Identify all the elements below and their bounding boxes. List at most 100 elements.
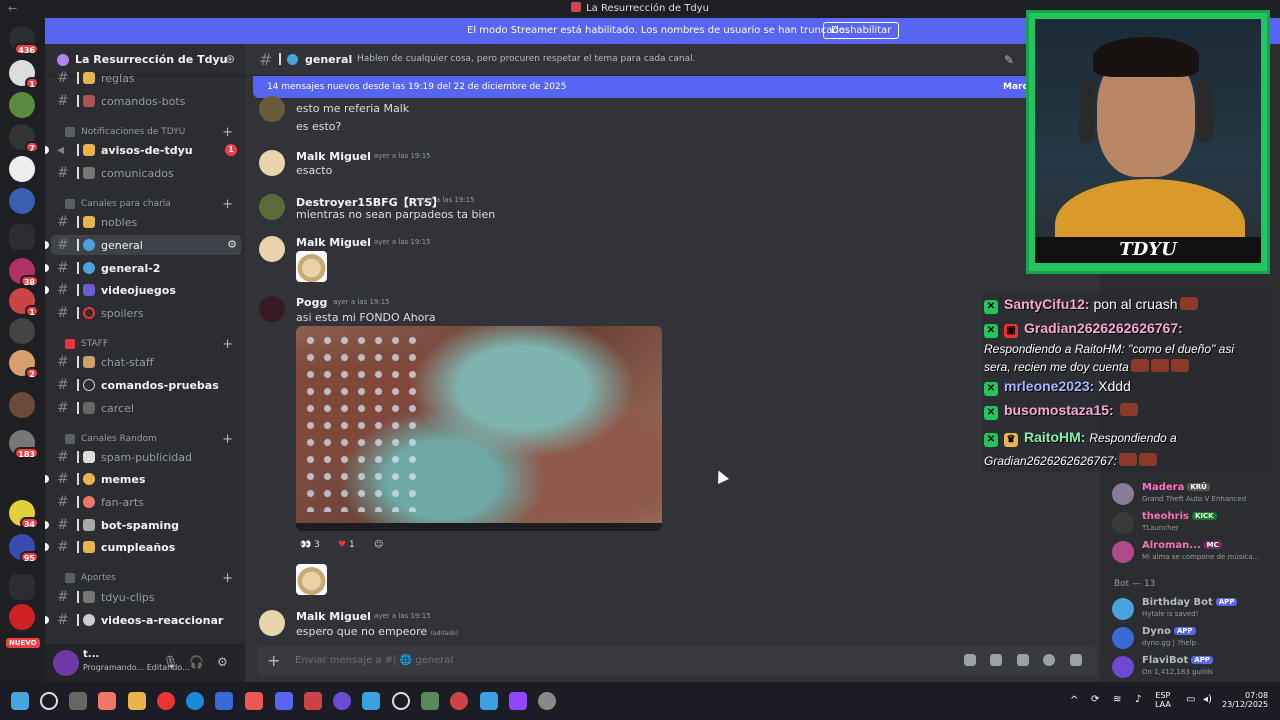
server-icon[interactable]: 1 (9, 60, 39, 89)
category-staff[interactable]: STAFF + (57, 337, 237, 352)
channel-general[interactable]: # general ⚙ (45, 235, 241, 255)
app-icon[interactable] (450, 692, 468, 710)
channel-tdyu-clips[interactable]: # tdyu-clips (51, 587, 241, 607)
server-icon[interactable] (9, 318, 35, 344)
network-icon[interactable]: ⟳ (1091, 694, 1099, 705)
member-item[interactable]: Madera KRÜ Grand Theft Auto V Enhanced (1112, 481, 1278, 507)
category-notificaciones[interactable]: Notificaciones de TDYU + (57, 125, 237, 140)
sticker-image[interactable] (296, 251, 327, 282)
wifi-icon[interactable]: ≋ (1113, 694, 1121, 705)
volume-icon[interactable]: ◂) (1203, 694, 1212, 705)
gif-icon[interactable] (990, 654, 1002, 666)
channel-comandos-bots[interactable]: # comandos-bots (51, 91, 241, 111)
channel-comandos-pruebas[interactable]: # comandos-pruebas (51, 375, 241, 395)
server-icon[interactable] (9, 392, 35, 418)
avatar[interactable] (259, 610, 285, 636)
add-reaction-icon[interactable]: ☺ (374, 540, 383, 556)
chevron-up-icon[interactable]: ^ (1070, 695, 1078, 706)
settings-icon[interactable] (538, 692, 556, 710)
add-channel-icon[interactable]: + (222, 571, 233, 586)
server-folder-icon[interactable] (9, 574, 35, 600)
reaction-heart[interactable]: ♥ 1 (338, 540, 355, 556)
avatar[interactable] (259, 96, 285, 122)
apps-icon[interactable] (1070, 654, 1082, 666)
mic-icon[interactable]: ♪ (1135, 694, 1141, 705)
channel-fan-arts[interactable]: # fan-arts (51, 492, 241, 512)
microphone-icon[interactable]: 🎙 (163, 655, 178, 669)
channel-bot-spaming[interactable]: # bot-spaming (45, 515, 241, 535)
server-icon[interactable]: 1 (9, 288, 39, 317)
sticker-image[interactable] (296, 564, 327, 595)
category-random[interactable]: Canales Random + (57, 432, 237, 447)
avatar[interactable] (53, 650, 79, 676)
photos-icon[interactable] (362, 692, 380, 710)
app-icon[interactable] (304, 692, 322, 710)
server-folder-icon[interactable] (9, 224, 35, 250)
add-channel-icon[interactable]: + (222, 432, 233, 447)
server-icon[interactable] (9, 156, 35, 182)
search-icon[interactable] (40, 692, 58, 710)
channel-settings-icon[interactable]: ⚙ (227, 238, 237, 251)
avatar[interactable] (259, 150, 285, 176)
member-item[interactable]: Dyno APP dyno.gg | ?help (1112, 625, 1278, 651)
channel-cumpleanos[interactable]: # cumpleaños (45, 537, 241, 557)
gift-icon[interactable] (964, 654, 976, 666)
member-item[interactable]: theohris KICK TLauncher (1112, 510, 1278, 536)
add-channel-icon[interactable]: + (222, 337, 233, 352)
language-indicator[interactable]: ESP LAA (1155, 691, 1171, 709)
gear-icon[interactable]: ⚙ (217, 655, 228, 669)
channel-videos-a-reaccionar[interactable]: # videos-a-reaccionar (45, 610, 241, 630)
channel-avisos[interactable]: ◂ avisos-de-tdyu 1 (45, 140, 241, 160)
dm-home-button[interactable]: 436 (9, 26, 39, 55)
invite-people-icon[interactable]: ⊕ (225, 52, 235, 66)
edge-icon[interactable] (186, 692, 204, 710)
clock-icon[interactable] (392, 692, 410, 710)
server-icon[interactable]: 34 (9, 500, 39, 529)
message-author[interactable]: Malk Miguel (296, 236, 371, 249)
message-input[interactable]: Enviar mensaje a #| 🌐 general (295, 655, 453, 666)
message-author[interactable]: Malk Miguel (296, 150, 371, 163)
headphones-icon[interactable]: 🎧 (189, 655, 204, 669)
member-item[interactable]: Alroman... MC Mi alma se compone de músic… (1112, 539, 1278, 565)
server-icon[interactable]: 2 (9, 350, 39, 379)
server-icon[interactable]: 95 (9, 534, 39, 563)
app-icon[interactable] (421, 692, 439, 710)
channel-nobles[interactable]: # nobles (51, 212, 241, 232)
file-explorer-icon[interactable] (128, 692, 146, 710)
twitch-icon[interactable] (509, 692, 527, 710)
member-item[interactable]: Birthday Bot APP Hytale is saved! (1112, 596, 1278, 622)
server-icon[interactable] (9, 604, 35, 630)
add-channel-icon[interactable]: + (222, 197, 233, 212)
discord-icon[interactable] (275, 692, 293, 710)
channel-spoilers[interactable]: # spoilers (51, 303, 241, 323)
start-icon[interactable] (11, 692, 29, 710)
display-icon[interactable]: ▭ (1186, 694, 1195, 705)
message-composer[interactable]: + Enviar mensaje a #| 🌐 general (257, 646, 1097, 676)
channel-chat-staff[interactable]: # chat-staff (51, 352, 241, 372)
add-channel-icon[interactable]: + (222, 125, 233, 140)
channel-memes[interactable]: # memes (45, 469, 241, 489)
copilot-icon[interactable] (98, 692, 116, 710)
server-icon[interactable] (9, 92, 35, 118)
new-messages-bar[interactable]: 14 mensajes nuevos desde las 19:19 del 2… (253, 76, 1053, 98)
threads-icon[interactable]: ✎ (1004, 53, 1014, 67)
store-icon[interactable] (215, 692, 233, 710)
server-icon[interactable] (9, 188, 35, 214)
channel-general-2[interactable]: # general-2 (45, 258, 241, 278)
server-icon[interactable]: 38 (9, 258, 39, 287)
channel-videojuegos[interactable]: # videojuegos (45, 280, 241, 300)
emoji-icon[interactable] (1043, 654, 1055, 666)
server-icon[interactable]: 7 (9, 124, 39, 153)
avatar[interactable] (259, 194, 285, 220)
member-item[interactable]: FlaviBot APP On 1,412,183 guilds (1112, 654, 1278, 680)
attachment-image[interactable] (296, 326, 662, 531)
channel-spam-publicidad[interactable]: # spam-publicidad (51, 447, 241, 467)
notepad-icon[interactable] (480, 692, 498, 710)
message-author[interactable]: Malk Miguel (296, 610, 371, 623)
obs-icon[interactable] (333, 692, 351, 710)
disable-streamer-button[interactable]: Deshabilitar (823, 22, 900, 39)
sticker-icon[interactable] (1017, 654, 1029, 666)
avatar[interactable] (259, 296, 285, 322)
clock[interactable]: 07:08 23/12/2025 (1222, 691, 1268, 709)
avatar[interactable] (259, 236, 285, 262)
